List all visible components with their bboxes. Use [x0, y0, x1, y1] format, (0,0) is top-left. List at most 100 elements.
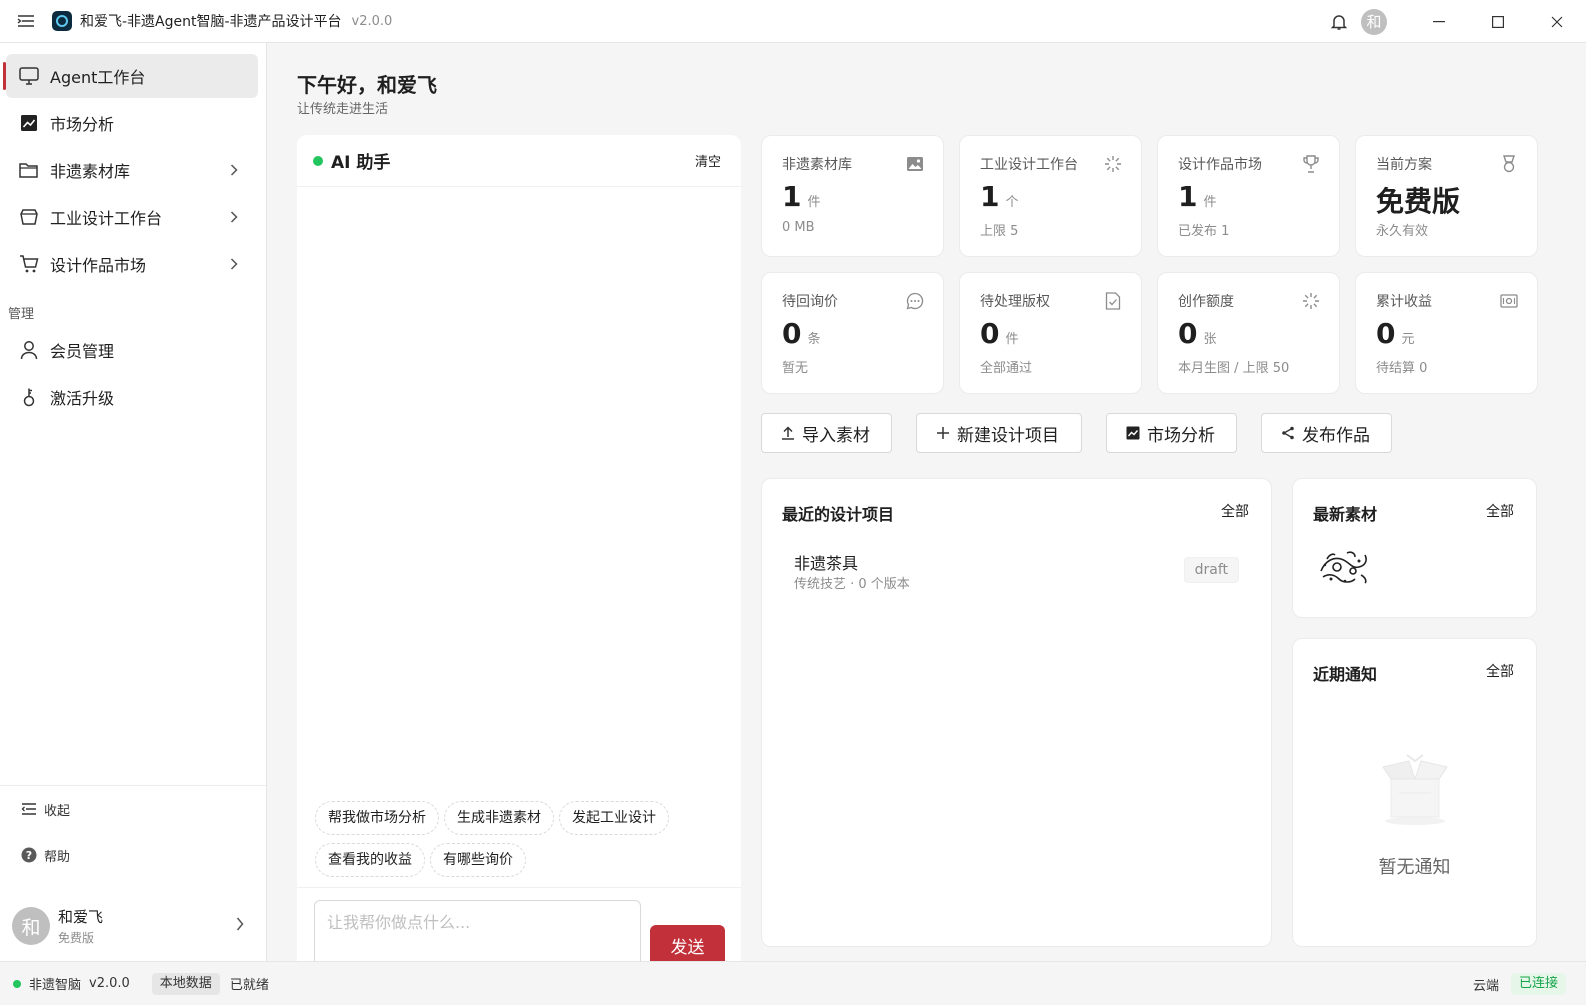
publish-work-button[interactable]: 发布作品 [1261, 413, 1392, 453]
chart-icon [1125, 425, 1141, 441]
menu-icon[interactable] [0, 0, 52, 43]
avatar[interactable]: 和 [1361, 8, 1387, 35]
stat-value: 0 [980, 317, 1000, 350]
stat-card-copyright[interactable]: 待处理版权 0件 全部通过 [959, 272, 1142, 394]
title-bar: 和爱飞-非遗Agent智脑-非遗产品设计平台 v2.0.0 和 [0, 0, 1586, 43]
sparkle-icon [1301, 291, 1321, 311]
stat-value: 0 [782, 317, 802, 350]
stat-value: 1 [1178, 180, 1198, 213]
doc-check-icon [1103, 291, 1123, 311]
status-badge: draft [1183, 557, 1239, 583]
stat-value: 0 [1376, 317, 1396, 350]
status-app-name: 非遗智脑 [29, 978, 82, 993]
suggestion-chip[interactable]: 帮我做市场分析 [315, 801, 439, 835]
sidebar-footer: 收起 ? 帮助 和 和爱飞 免费版 [0, 785, 266, 945]
asset-thumbnail[interactable] [1317, 547, 1371, 591]
app-logo-icon [52, 11, 72, 31]
data-source-badge: 本地数据 [151, 972, 220, 995]
page-title: 下午好，和爱飞 [297, 73, 437, 97]
key-icon [18, 386, 40, 408]
stat-label: 待回询价 [782, 294, 838, 310]
minimize-button[interactable] [1409, 0, 1468, 43]
stat-sub: 全部通过 [980, 361, 1033, 376]
import-assets-button[interactable]: 导入素材 [761, 413, 892, 453]
sidebar-item-label: 工业设计工作台 [50, 209, 163, 228]
stat-card-plan[interactable]: 当前方案 免费版 永久有效 [1355, 135, 1538, 257]
clear-chat-button[interactable]: 清空 [695, 151, 721, 170]
user-profile[interactable]: 和 和爱飞 免费版 [12, 901, 258, 951]
stat-card-quota[interactable]: 创作额度 0张 本月生图 / 上限 50 [1157, 272, 1340, 394]
empty-box-icon [1377, 749, 1453, 831]
medal-icon [1499, 154, 1519, 174]
stat-sub: 永久有效 [1376, 224, 1429, 239]
bell-icon[interactable] [1327, 10, 1351, 34]
stat-label: 当前方案 [1376, 157, 1432, 173]
stat-label: 累计收益 [1376, 294, 1432, 310]
cube-icon [18, 206, 40, 228]
sidebar-item-activate-upgrade[interactable]: 激活升级 [6, 375, 258, 419]
stat-sub: 待结算 0 [1376, 361, 1428, 376]
plus-icon [935, 425, 951, 441]
stat-card-industrial[interactable]: 工业设计工作台 1个 上限 5 [959, 135, 1142, 257]
project-name: 非遗茶具 [794, 554, 859, 573]
new-design-project-button[interactable]: 新建设计项目 [916, 413, 1082, 453]
action-label: 新建设计项目 [957, 425, 1059, 446]
avatar: 和 [12, 907, 50, 945]
sidebar-item-market-analysis[interactable]: 市场分析 [6, 101, 258, 145]
suggestion-chip[interactable]: 查看我的收益 [315, 843, 425, 877]
user-icon [18, 339, 40, 361]
stat-value: 1 [782, 180, 802, 213]
sidebar-item-label: 市场分析 [50, 115, 115, 134]
sidebar-item-label: Agent工作台 [50, 68, 146, 87]
help-icon: ? [20, 846, 38, 864]
recent-projects-panel: 最近的设计项目 全部 非遗茶具 传统技艺 · 0 个版本 draft [761, 478, 1272, 947]
window-version: v2.0.0 [351, 13, 393, 29]
view-all-link[interactable]: 全部 [1221, 501, 1249, 521]
window-title: 和爱飞-非遗Agent智脑-非遗产品设计平台 [80, 14, 342, 30]
stat-card-earnings[interactable]: 累计收益 0元 待结算 0 [1355, 272, 1538, 394]
money-icon [1499, 291, 1519, 311]
suggestion-chip[interactable]: 发起工业设计 [559, 801, 669, 835]
stat-sub: 已发布 1 [1178, 224, 1230, 239]
collapse-icon [20, 800, 38, 818]
stat-unit: 件 [1005, 332, 1019, 347]
share-icon [1280, 425, 1296, 441]
online-status-icon [13, 979, 21, 988]
sidebar-item-industrial-design[interactable]: 工业设计工作台 [6, 195, 258, 239]
sidebar-item-label: 设计作品市场 [50, 256, 147, 275]
collapse-button[interactable]: 收起 [0, 786, 266, 832]
trophy-icon [1301, 154, 1321, 174]
view-all-link[interactable]: 全部 [1486, 661, 1514, 681]
sidebar-item-design-market[interactable]: 设计作品市场 [6, 242, 258, 286]
stat-sub: 本月生图 / 上限 50 [1178, 361, 1290, 376]
send-button[interactable]: 发送 [650, 925, 725, 965]
sidebar-item-heritage-assets[interactable]: 非遗素材库 [6, 148, 258, 192]
stat-card-inquiries[interactable]: 待回询价 0条 暂无 [761, 272, 944, 394]
stat-unit: 件 [807, 195, 821, 210]
user-name: 和爱飞 [58, 908, 104, 926]
action-label: 发布作品 [1302, 425, 1370, 446]
close-button[interactable] [1527, 0, 1586, 43]
stat-value: 0 [1178, 317, 1198, 350]
stat-sub: 0 MB [782, 220, 815, 235]
main-content: 下午好，和爱飞 让传统走进生活 AI 助手 清空 帮我做市场分析 生成非遗素材 发起… [267, 43, 1586, 965]
chat-input-area: 发送 [297, 887, 741, 965]
market-analysis-button[interactable]: 市场分析 [1106, 413, 1237, 453]
stat-card-market[interactable]: 设计作品市场 1件 已发布 1 [1157, 135, 1340, 257]
suggestion-chip[interactable]: 有哪些询价 [430, 843, 526, 877]
sidebar-item-member-management[interactable]: 会员管理 [6, 328, 258, 372]
chart-icon [18, 112, 40, 134]
view-all-link[interactable]: 全部 [1486, 501, 1514, 521]
sidebar-item-agent-workbench[interactable]: Agent工作台 [3, 54, 258, 98]
chevron-right-icon [236, 917, 244, 935]
status-bar: 非遗智脑 v2.0.0 本地数据 已就绪 云端 已连接 [0, 961, 1586, 1005]
chat-input[interactable] [314, 900, 641, 962]
chevron-right-icon [224, 160, 244, 180]
stat-sub: 暂无 [782, 361, 809, 376]
maximize-button[interactable] [1468, 0, 1527, 43]
sidebar-section-manage: 管理 [8, 307, 35, 322]
action-label: 导入素材 [802, 425, 870, 446]
stat-card-assets[interactable]: 非遗素材库 1件 0 MB [761, 135, 944, 257]
suggestion-chip[interactable]: 生成非遗素材 [444, 801, 554, 835]
help-button[interactable]: ? 帮助 [0, 832, 266, 878]
